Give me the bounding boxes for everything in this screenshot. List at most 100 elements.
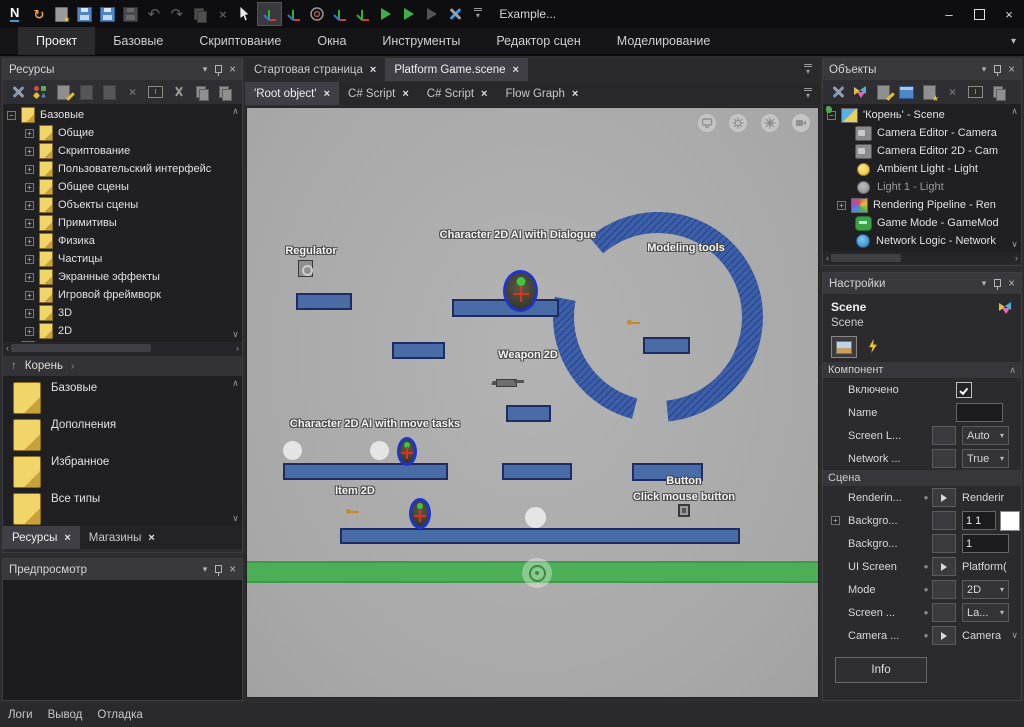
objects-tree-vscrollbar[interactable]: ∧∨ <box>1008 104 1021 252</box>
tree-item[interactable]: +Общее сцены <box>7 178 228 196</box>
tree-item[interactable]: −Базовые <box>7 106 228 124</box>
expander[interactable]: + <box>25 255 34 264</box>
menu-collapse-icon[interactable]: ▾ <box>1011 36 1016 47</box>
type-arrows-icon[interactable] <box>999 302 1013 315</box>
scroll-down-icon[interactable]: ∨ <box>1011 630 1018 641</box>
expander[interactable]: + <box>25 183 34 192</box>
expander[interactable]: + <box>25 273 34 282</box>
play-button[interactable] <box>374 3 397 25</box>
move-tool-button[interactable] <box>257 2 282 26</box>
pin-icon[interactable] <box>993 64 1001 76</box>
screen-label-dropdown[interactable]: Auto▾ <box>962 426 1009 445</box>
pin-icon[interactable] <box>993 278 1001 290</box>
tools-button[interactable] <box>9 84 26 101</box>
scroll-right-icon[interactable]: › <box>1015 253 1018 263</box>
expander[interactable]: + <box>837 201 846 210</box>
scroll-thumb[interactable] <box>11 344 151 352</box>
settings-panel-header[interactable]: Настройки ▾ × <box>823 273 1021 294</box>
default-button[interactable] <box>932 449 956 468</box>
platform[interactable] <box>506 405 551 422</box>
save-button[interactable] <box>73 3 96 25</box>
panel-menu-icon[interactable]: ▾ <box>982 279 987 288</box>
scroll-left-icon[interactable]: ‹ <box>6 343 9 353</box>
default-button[interactable] <box>932 534 956 553</box>
tab-root-object[interactable]: 'Root object'× <box>245 82 339 105</box>
menu-tab-tools[interactable]: Инструменты <box>364 27 478 55</box>
objects-tree-hscrollbar[interactable]: ‹ › <box>823 252 1021 264</box>
resources-tree-hscrollbar[interactable]: ‹ › <box>3 342 242 354</box>
tab-close-icon[interactable]: × <box>481 88 487 100</box>
undo-button[interactable]: ↶ <box>142 3 165 25</box>
mode-dropdown[interactable]: 2D▾ <box>962 580 1009 599</box>
reference-button[interactable] <box>932 557 956 576</box>
type-settings-button[interactable] <box>852 84 869 101</box>
restore-button[interactable] <box>964 0 994 28</box>
tab-overflow-icon[interactable]: ▾ <box>804 88 812 100</box>
default-button[interactable] <box>932 603 956 622</box>
edit-resource-button[interactable] <box>55 84 72 101</box>
list-item[interactable]: Все типы <box>3 491 242 526</box>
expander[interactable]: + <box>25 165 34 174</box>
tree-item[interactable]: +2D <box>7 322 228 340</box>
list-item[interactable]: Базовые <box>3 380 242 417</box>
rename-object-button[interactable]: I <box>967 84 984 101</box>
screen-orientation-dropdown[interactable]: La...▾ <box>962 603 1009 622</box>
properties-tab-button[interactable] <box>831 336 857 358</box>
tab-resources[interactable]: Ресурсы× <box>3 526 80 549</box>
rename-resource-button[interactable]: I <box>147 84 164 101</box>
build-button[interactable] <box>443 3 466 25</box>
panel-menu-icon[interactable]: ▾ <box>982 65 987 74</box>
new-file-button[interactable]: ★ <box>50 3 73 25</box>
reference-button[interactable] <box>932 488 956 507</box>
sphere-object[interactable] <box>370 441 389 460</box>
tree-item[interactable]: +3D <box>7 304 228 322</box>
tab-start-page[interactable]: Стартовая страница× <box>245 58 385 81</box>
menu-tab-modeling[interactable]: Моделирование <box>599 27 729 55</box>
expander[interactable]: + <box>25 291 34 300</box>
default-button[interactable] <box>932 511 956 530</box>
tree-item[interactable]: +Объекты сцены <box>7 196 228 214</box>
sphere-object[interactable] <box>283 441 302 460</box>
tab-flow-graph[interactable]: Flow Graph× <box>496 82 587 105</box>
enabled-checkbox[interactable] <box>956 382 972 398</box>
tree-item[interactable]: Camera Editor - Camera <box>827 124 1007 142</box>
open-in-window-button[interactable] <box>898 84 915 101</box>
color-swatch[interactable] <box>1000 511 1020 531</box>
background-color-input[interactable]: 1 1 <box>962 511 996 530</box>
refresh-button[interactable]: ↻ <box>27 3 50 25</box>
expander[interactable]: + <box>25 219 34 228</box>
statusbar-output[interactable]: Вывод <box>48 709 83 721</box>
redo-button[interactable]: ↷ <box>165 3 188 25</box>
key-item-sprite[interactable] <box>346 508 359 516</box>
objects-panel-header[interactable]: Объекты ▾ × <box>823 59 1021 80</box>
menu-tab-scripting[interactable]: Скриптование <box>181 27 299 55</box>
play-scene-button[interactable] <box>397 3 420 25</box>
tab-close-icon[interactable]: × <box>148 532 154 544</box>
camera-button[interactable] <box>792 114 810 132</box>
save-all-button[interactable] <box>119 3 142 25</box>
tab-platform-game-scene[interactable]: Platform Game.scene× <box>385 58 528 81</box>
select-tool-button[interactable] <box>234 3 257 25</box>
sphere-object[interactable] <box>525 507 546 528</box>
tree-item[interactable]: −'Корень' - Scene <box>827 106 1007 124</box>
tab-overflow-icon[interactable]: ▾ <box>804 64 812 76</box>
platform[interactable] <box>502 463 572 480</box>
expander[interactable]: + <box>831 516 840 525</box>
tree-item[interactable]: +Физика <box>7 232 228 250</box>
network-mode-dropdown[interactable]: True▾ <box>962 449 1009 468</box>
scroll-thumb[interactable] <box>831 254 901 262</box>
duplicate-object-button[interactable] <box>990 84 1007 101</box>
new-resource-button[interactable] <box>32 84 49 101</box>
crumb-next-icon[interactable]: › <box>71 361 74 372</box>
platform[interactable] <box>392 342 445 359</box>
new-object-button[interactable]: ★ <box>921 84 938 101</box>
play-disabled-button[interactable] <box>420 3 443 25</box>
tab-close-icon[interactable]: × <box>513 64 519 76</box>
tab-cs-script-1[interactable]: C# Script× <box>339 82 418 105</box>
tree-item[interactable]: +Общие <box>7 124 228 142</box>
default-button[interactable] <box>932 426 956 445</box>
panel-close-icon[interactable]: × <box>229 64 236 76</box>
scroll-right-icon[interactable]: › <box>236 343 239 353</box>
origin-gizmo[interactable] <box>522 558 552 588</box>
character-2d-sprite[interactable] <box>503 270 538 312</box>
